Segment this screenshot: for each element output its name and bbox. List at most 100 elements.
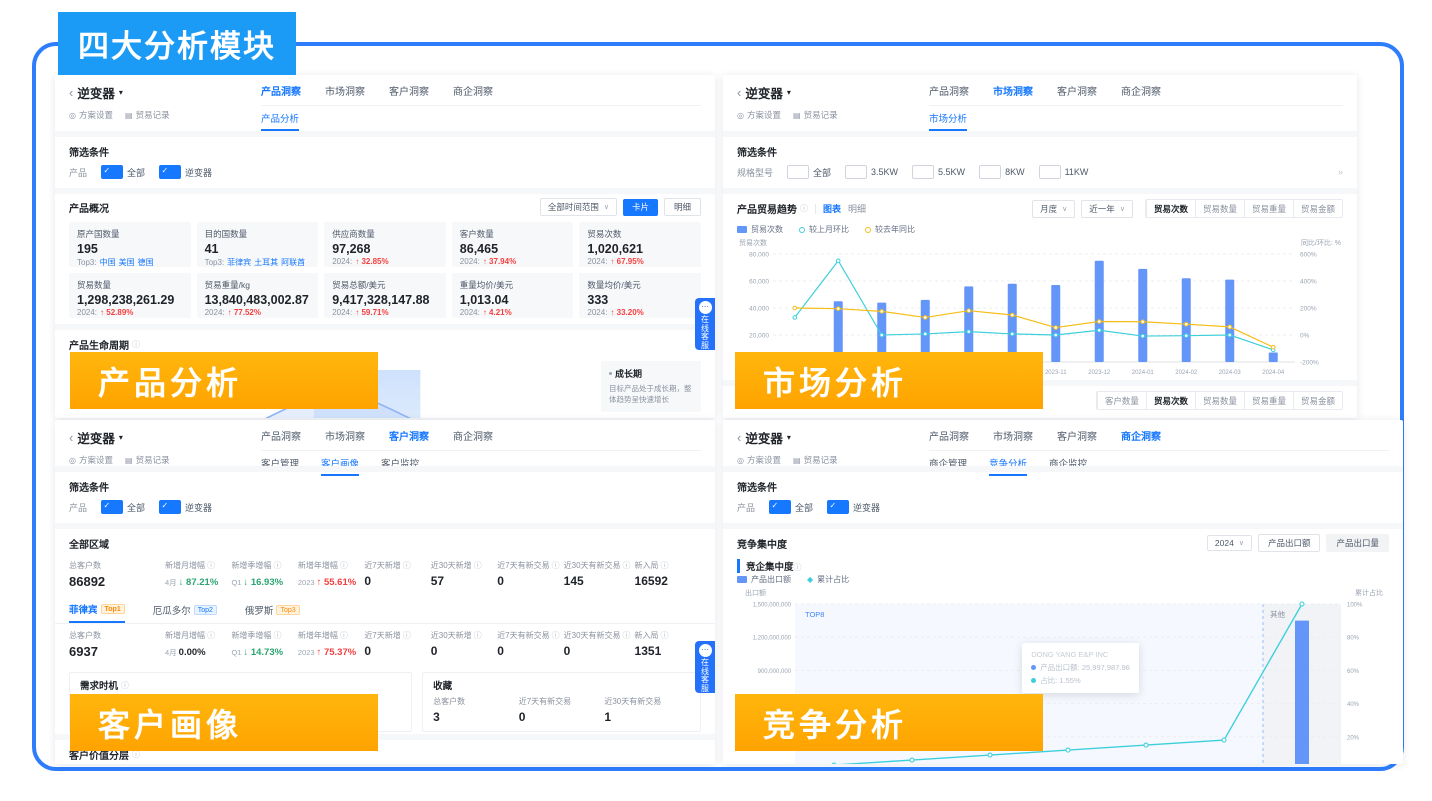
overlay-label-product: 产品分析 bbox=[70, 352, 378, 409]
back-icon[interactable]: ‹ bbox=[737, 433, 741, 443]
info-icon: ⓘ bbox=[474, 560, 482, 571]
scheme-settings-button[interactable]: ◎方案设置 bbox=[69, 109, 113, 121]
granularity-select[interactable]: 月度∨ bbox=[1032, 200, 1075, 218]
trend-metric-button[interactable]: 贸易数量 bbox=[1195, 200, 1244, 217]
back-icon[interactable]: ‹ bbox=[69, 88, 73, 98]
insight-tab[interactable]: 商企洞察 bbox=[453, 428, 493, 443]
trade-records-button[interactable]: ▤贸易记录 bbox=[125, 109, 170, 121]
country-tab[interactable]: 俄罗斯Top3 bbox=[245, 602, 300, 623]
dist-metric-button[interactable]: 贸易次数 bbox=[1146, 392, 1195, 409]
legend-cumulative[interactable]: ◆累计占比 bbox=[807, 574, 849, 585]
dist-metric-button[interactable]: 贸易数量 bbox=[1195, 392, 1244, 409]
insight-tab[interactable]: 市场洞察 bbox=[325, 83, 365, 98]
product-selector[interactable]: 逆变器 bbox=[77, 428, 115, 447]
filter-checkbox[interactable]: 11KW bbox=[1039, 165, 1089, 179]
top-country-link[interactable]: 土耳其 bbox=[254, 258, 278, 267]
insight-tab[interactable]: 市场洞察 bbox=[993, 83, 1033, 98]
insight-tab[interactable]: 产品洞察 bbox=[261, 83, 301, 98]
insight-tab[interactable]: 商企洞察 bbox=[1121, 83, 1161, 98]
view-detail-toggle[interactable]: 明细 bbox=[848, 202, 866, 215]
scheme-settings-button[interactable]: ◎方案设置 bbox=[737, 109, 781, 121]
trade-records-button[interactable]: ▤贸易记录 bbox=[125, 454, 170, 466]
stat-card: 供应商数量 97,268 2024:↑ 32.85% bbox=[324, 222, 446, 267]
online-service-button[interactable]: ⋯ 在线客服 bbox=[695, 641, 715, 693]
sub-tab[interactable]: 市场分析 bbox=[929, 111, 967, 131]
trend-metric-button[interactable]: 贸易次数 bbox=[1146, 200, 1195, 217]
insight-tab[interactable]: 客户洞察 bbox=[389, 428, 429, 443]
legend-trade-count[interactable]: 贸易次数 bbox=[737, 224, 783, 235]
year-select[interactable]: 2024∨ bbox=[1207, 535, 1252, 551]
insight-tab[interactable]: 市场洞察 bbox=[325, 428, 365, 443]
legend-mom[interactable]: 较上月环比 bbox=[799, 224, 849, 235]
stat-card: 目的国数量 41 Top3:菲律宾土耳其阿联酋 bbox=[197, 222, 319, 267]
expand-icon[interactable]: » bbox=[1338, 167, 1343, 177]
trade-records-button[interactable]: ▤贸易记录 bbox=[793, 109, 838, 121]
insight-tab[interactable]: 产品洞察 bbox=[929, 428, 969, 443]
view-chart-toggle[interactable]: 图表 bbox=[823, 202, 841, 215]
svg-text:2024-03: 2024-03 bbox=[1219, 370, 1242, 376]
dist-metric-button[interactable]: 贸易重量 bbox=[1244, 392, 1293, 409]
view-card-button[interactable]: 卡片 bbox=[623, 199, 658, 216]
back-icon[interactable]: ‹ bbox=[737, 88, 741, 98]
stat-card-sub: 2024:↑ 33.20% bbox=[587, 308, 693, 317]
insight-tab[interactable]: 产品洞察 bbox=[261, 428, 301, 443]
time-range-select[interactable]: 全部时间范围∨ bbox=[540, 198, 617, 216]
country-tab[interactable]: 菲律宾Top1 bbox=[69, 602, 125, 623]
product-selector[interactable]: 逆变器 bbox=[77, 83, 115, 102]
export-amount-button[interactable]: 产品出口额 bbox=[1258, 534, 1321, 552]
filter-checkbox[interactable]: 全部 bbox=[769, 500, 813, 514]
dist-metric-button[interactable]: 客户数量 bbox=[1097, 392, 1146, 409]
back-icon[interactable]: ‹ bbox=[69, 433, 73, 443]
online-service-button[interactable]: ⋯ 在线客服 bbox=[695, 298, 715, 350]
trend-metric-button[interactable]: 贸易重量 bbox=[1244, 200, 1293, 217]
insight-tab[interactable]: 商企洞察 bbox=[1121, 428, 1161, 443]
online-service-label: 在线客服 bbox=[700, 316, 710, 351]
trade-records-button[interactable]: ▤贸易记录 bbox=[793, 454, 838, 466]
scheme-settings-button[interactable]: ◎方案设置 bbox=[737, 454, 781, 466]
insight-tab[interactable]: 产品洞察 bbox=[929, 83, 969, 98]
view-detail-button[interactable]: 明细 bbox=[664, 198, 701, 216]
dist-metric-button[interactable]: 贸易金额 bbox=[1293, 392, 1342, 409]
concentration-title: 竞争集中度 bbox=[737, 536, 787, 551]
filter-checkbox[interactable]: 3.5KW bbox=[845, 165, 898, 179]
stat-delta: ↑ 77.52% bbox=[228, 308, 261, 317]
title-badge: 四大分析模块 bbox=[58, 12, 296, 75]
legend-export-amount[interactable]: 产品出口额 bbox=[737, 574, 791, 585]
filter-checkbox[interactable]: 5.5KW bbox=[912, 165, 965, 179]
filter-checkbox[interactable]: 逆变器 bbox=[159, 165, 212, 179]
insight-tab[interactable]: 客户洞察 bbox=[1057, 428, 1097, 443]
svg-text:1,500,000,000: 1,500,000,000 bbox=[753, 603, 792, 609]
product-selector[interactable]: 逆变器 bbox=[745, 428, 783, 447]
top-country-link[interactable]: 中国 bbox=[100, 258, 116, 267]
ring-marker-icon bbox=[799, 227, 805, 233]
trend-metric-button[interactable]: 贸易金额 bbox=[1293, 200, 1342, 217]
customer-stat: 新增年增幅ⓘ 2023↑ 75.37% bbox=[298, 630, 364, 659]
filter-checkbox[interactable]: 全部 bbox=[101, 500, 145, 514]
stat-card-sub: 2024:↑ 4.21% bbox=[460, 308, 566, 317]
export-volume-button[interactable]: 产品出口量 bbox=[1326, 534, 1389, 552]
lifecycle-stage-card[interactable]: 成长期 目标产品处于成长期，整体趋势呈快速增长 bbox=[601, 361, 701, 412]
svg-text:-200%: -200% bbox=[1300, 360, 1319, 367]
insight-tab[interactable]: 市场洞察 bbox=[993, 428, 1033, 443]
top-country-link[interactable]: 阿联酋 bbox=[281, 258, 305, 267]
product-selector[interactable]: 逆变器 bbox=[745, 83, 783, 102]
scheme-settings-button[interactable]: ◎方案设置 bbox=[69, 454, 113, 466]
top-country-link[interactable]: 菲律宾 bbox=[227, 258, 251, 267]
country-tab[interactable]: 厄瓜多尔Top2 bbox=[153, 602, 217, 623]
sub-tab[interactable]: 产品分析 bbox=[261, 111, 299, 131]
insight-tab[interactable]: 客户洞察 bbox=[1057, 83, 1097, 98]
filter-checkbox[interactable]: 全部 bbox=[101, 165, 145, 179]
legend-yoy[interactable]: 较去年同比 bbox=[865, 224, 915, 235]
filter-checkbox[interactable]: 逆变器 bbox=[827, 500, 880, 514]
insight-tab[interactable]: 商企洞察 bbox=[453, 83, 493, 98]
trend-title: 产品贸易趋势ⓘ bbox=[737, 201, 808, 216]
top-country-link[interactable]: 德国 bbox=[138, 258, 154, 267]
top-country-link[interactable]: 美国 bbox=[119, 258, 135, 267]
insight-tab[interactable]: 客户洞察 bbox=[389, 83, 429, 98]
filter-checkbox[interactable]: 逆变器 bbox=[159, 500, 212, 514]
filter-checkbox[interactable]: 8KW bbox=[979, 165, 1025, 179]
header-left: ‹ 逆变器 ▾ ◎方案设置 ▤贸易记录 bbox=[69, 83, 261, 131]
filter-checkbox[interactable]: 全部 bbox=[787, 165, 831, 179]
period-select[interactable]: 近一年∨ bbox=[1081, 200, 1133, 218]
favorite-stat: 近7天有新交易0 bbox=[519, 696, 605, 724]
